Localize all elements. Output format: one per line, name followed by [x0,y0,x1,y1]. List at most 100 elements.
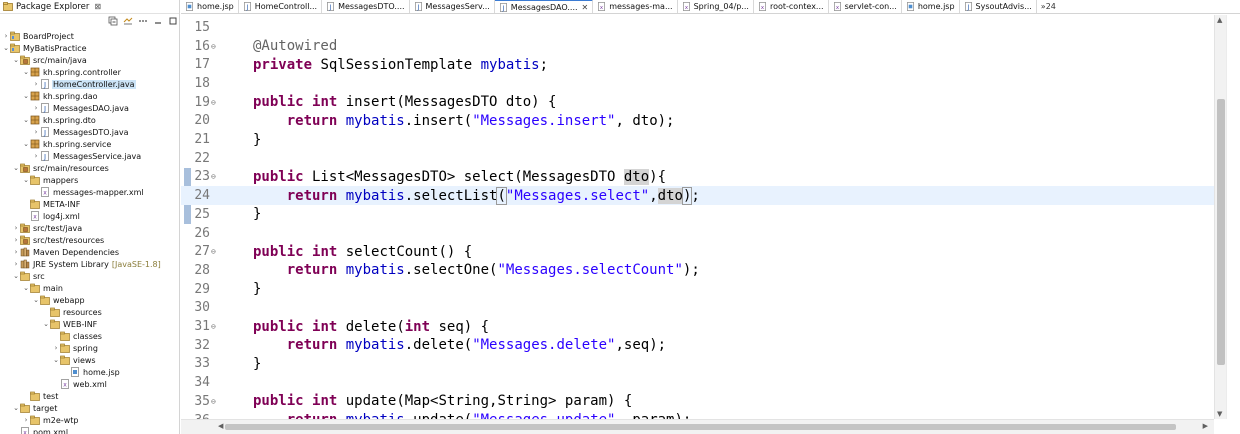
code-line[interactable]: 29} [181,280,1214,299]
tree-item[interactable]: ⌄ kh.spring.dao [0,90,179,102]
tree-item[interactable]: ⌄ kh.spring.controller [0,66,179,78]
editor-tab[interactable]: x root-contex... [754,0,829,13]
tree-item[interactable]: › J MessagesDAO.java [0,102,179,114]
collapsed-arrow-icon[interactable]: › [2,30,10,42]
expanded-arrow-icon[interactable]: ⌄ [12,54,20,66]
expanded-arrow-icon[interactable]: ⌄ [22,282,30,294]
expanded-arrow-icon[interactable]: ⌄ [22,90,30,102]
tree-item[interactable]: › m2e-wtp [0,414,179,426]
code-editor[interactable]: 15 16 ⊖ @Autowired 17 private SqlSessionTempl… [181,15,1214,419]
editor-tab[interactable]: J SysoutAdvis... [960,0,1037,13]
code-line[interactable]: 18 [181,74,1214,93]
editor-tab[interactable]: home.jsp [181,0,239,13]
tab-overflow-button[interactable]: »24 [1037,0,1060,13]
link-with-editor-button[interactable] [123,16,133,26]
collapsed-arrow-icon[interactable]: › [12,246,20,258]
close-icon[interactable]: ⊠ [94,2,101,11]
code-line[interactable]: 15 [181,18,1214,37]
tree-item[interactable]: ⌄ src/main/resources [0,162,179,174]
expanded-arrow-icon[interactable]: ⌄ [42,318,50,330]
code-line[interactable]: 21} [181,130,1214,149]
tree-item[interactable]: › spring [0,342,179,354]
close-tab-icon[interactable]: ✕ [582,3,589,12]
tree-item[interactable]: home.jsp [0,366,179,378]
code-line[interactable]: 27 ⊖ public int selectCount() { [181,242,1214,261]
collapsed-arrow-icon[interactable]: › [12,258,20,270]
vertical-scroll-thumb[interactable] [1217,99,1225,365]
scroll-down-icon[interactable]: ▼ [1217,410,1222,418]
expanded-arrow-icon[interactable]: ⌄ [22,138,30,150]
tree-item[interactable]: › J HomeController.java [0,78,179,90]
horizontal-scrollbar[interactable]: ◀ ▶ [181,419,1214,434]
editor-tab[interactable]: home.jsp [902,0,960,13]
expanded-arrow-icon[interactable]: ⌄ [22,66,30,78]
tree-item[interactable]: test [0,390,179,402]
code-line[interactable]: 22 [181,149,1214,168]
scroll-right-icon[interactable]: ▶ [1203,422,1208,430]
collapsed-arrow-icon[interactable]: › [32,126,40,138]
editor-tab[interactable]: J MessagesServ... [410,0,495,13]
expanded-arrow-icon[interactable]: ⌄ [12,270,20,282]
fold-toggle-icon[interactable]: ⊖ [211,247,220,256]
collapsed-arrow-icon[interactable]: › [32,150,40,162]
expanded-arrow-icon[interactable]: ⌄ [2,42,10,54]
fold-toggle-icon[interactable]: ⊖ [211,322,220,331]
tree-item[interactable]: ⌄ MyBatisPractice [0,42,179,54]
tree-item[interactable]: › JRE System Library [JavaSE-1.8] [0,258,179,270]
collapsed-arrow-icon[interactable]: › [32,102,40,114]
code-line[interactable]: 30 [181,299,1214,318]
collapsed-arrow-icon[interactable]: › [52,342,60,354]
editor-tab[interactable]: J HomeControll... [239,0,323,13]
tree-item[interactable]: › J MessagesService.java [0,150,179,162]
tree-item[interactable]: › src/test/java [0,222,179,234]
code-line[interactable]: 31 ⊖ public int delete(int seq) { [181,317,1214,336]
tree-item[interactable]: x web.xml [0,378,179,390]
tree-item[interactable]: ⌄ src [0,270,179,282]
package-explorer-tab[interactable]: Package Explorer ⊠ [0,0,179,14]
tree-item[interactable]: ⌄ webapp [0,294,179,306]
code-line[interactable]: 33} [181,355,1214,374]
editor-tab[interactable]: x messages-ma... [593,0,678,13]
collapsed-arrow-icon[interactable]: › [12,222,20,234]
view-menu-button[interactable] [138,16,148,26]
code-line[interactable]: 23 ⊖ public List<MessagesDTO> select(Messa… [181,168,1214,187]
code-line[interactable]: 17 private SqlSessionTemplate mybatis; [181,55,1214,74]
code-line[interactable]: 35 ⊖ public int update(Map<String,String> … [181,392,1214,411]
code-line[interactable]: 36 return mybatis.update("Messages.updat… [181,411,1214,419]
tree-item[interactable]: ⌄ mappers [0,174,179,186]
collapsed-arrow-icon[interactable]: › [22,414,30,426]
tree-item[interactable]: x log4j.xml [0,210,179,222]
collapse-all-button[interactable] [108,16,118,26]
collapsed-arrow-icon[interactable]: › [12,234,20,246]
tree-item[interactable]: classes [0,330,179,342]
scroll-left-icon[interactable]: ◀ [218,422,223,430]
tree-item[interactable]: › Maven Dependencies [0,246,179,258]
tree-item[interactable]: › BoardProject [0,30,179,42]
tree-item[interactable]: x messages-mapper.xml [0,186,179,198]
expanded-arrow-icon[interactable]: ⌄ [52,354,60,366]
tree-item[interactable]: ⌄ WEB-INF [0,318,179,330]
expanded-arrow-icon[interactable]: ⌄ [12,162,20,174]
fold-toggle-icon[interactable]: ⊖ [211,98,220,107]
tree-item[interactable]: ⌄ main [0,282,179,294]
tree-item[interactable]: ⌄ target [0,402,179,414]
vertical-scrollbar[interactable]: ▲ ▼ [1214,15,1226,419]
code-line[interactable]: 24 return mybatis.selectList("Messages.s… [181,186,1214,205]
editor-tab[interactable]: x Spring_04/p... [678,0,754,13]
fold-toggle-icon[interactable]: ⊖ [211,172,220,181]
code-line[interactable]: 25} [181,205,1214,224]
tree-item[interactable]: resources [0,306,179,318]
scroll-up-icon[interactable]: ▲ [1217,16,1222,24]
code-line[interactable]: 26 [181,224,1214,243]
code-line[interactable]: 28 return mybatis.selectOne("Messages.se… [181,261,1214,280]
fold-toggle-icon[interactable]: ⊖ [211,397,220,406]
editor-tab[interactable]: x servlet-con... [829,0,902,13]
code-line[interactable]: 16 ⊖ @Autowired [181,37,1214,56]
editor-tab[interactable]: J MessagesDAO.... ✕ [494,0,594,13]
code-line[interactable]: 19 ⊖ public int insert(MessagesDTO dto) { [181,93,1214,112]
minimize-button[interactable] [153,16,163,26]
tree-item[interactable]: ⌄ src/main/java [0,54,179,66]
tree-item[interactable]: META-INF [0,198,179,210]
code-line[interactable]: 34 [181,373,1214,392]
expanded-arrow-icon[interactable]: ⌄ [12,402,20,414]
